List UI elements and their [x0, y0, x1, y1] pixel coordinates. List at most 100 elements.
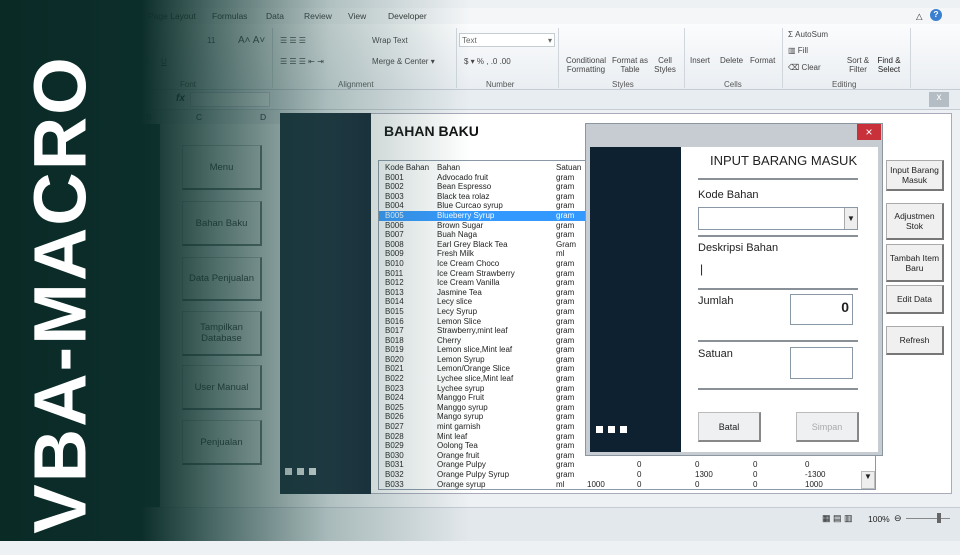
tab-insert[interactable]: Insert: [108, 11, 129, 21]
data-penjualan-button[interactable]: Data Penjualan: [182, 257, 262, 301]
input-barang-masuk-button[interactable]: Input Barang Masuk: [886, 160, 944, 191]
autosum-button[interactable]: Σ AutoSum: [788, 30, 828, 39]
tab-data[interactable]: Data: [266, 11, 284, 21]
list-item[interactable]: B031 Orange Pulpy gram 0 0 0 0: [379, 460, 875, 470]
list-cell: B015: [385, 306, 404, 316]
list-cell: Orange Pulpy Syrup: [437, 470, 510, 479]
list-cell: B012: [385, 278, 404, 288]
tab-review[interactable]: Review: [304, 11, 332, 21]
group-cells: Cells: [724, 80, 742, 89]
format-as-table-button[interactable]: Format as Table: [612, 56, 648, 74]
list-item[interactable]: B033 Orange syrup ml 1000 0 0 0 1000: [379, 479, 875, 489]
user-manual-button[interactable]: User Manual: [182, 365, 262, 410]
align-left-icon[interactable]: ☰ ☰ ☰ ⇤ ⇥: [280, 57, 324, 66]
bold-icon[interactable]: B: [130, 57, 136, 66]
list-cell: Brown Sugar: [437, 220, 484, 230]
merge-center-button[interactable]: Merge & Center ▾: [372, 57, 435, 66]
list-cell: Mango syrup: [437, 412, 484, 422]
column-header-c[interactable]: C: [196, 112, 202, 122]
kode-bahan-combobox[interactable]: ▼: [698, 207, 858, 230]
list-cell: B008: [385, 239, 404, 249]
list-cell: B025: [385, 402, 404, 412]
edit-data-button[interactable]: Edit Data: [886, 285, 944, 314]
list-cell: Bean Espresso: [437, 182, 492, 192]
stok-text: STOK: [104, 176, 135, 188]
list-item[interactable]: B032 Orange Pulpy Syrup gram 0 1300 0 -1300: [379, 470, 875, 480]
tab-home[interactable]: Home: [68, 11, 91, 21]
status-bar: ▦ ▤ ▥ 100% ⊖: [0, 507, 960, 541]
close-workbook-button[interactable]: x: [929, 92, 949, 107]
underline-icon[interactable]: U: [161, 57, 167, 66]
list-cell: Jasmine Tea: [437, 287, 482, 297]
help-icon[interactable]: ?: [930, 9, 942, 21]
autosum-label: AutoSum: [795, 30, 829, 39]
zoom-slider[interactable]: [906, 518, 950, 519]
delete-cells-button[interactable]: Delete: [720, 56, 743, 65]
list-cell: gram: [556, 182, 575, 192]
wrap-text-button[interactable]: Wrap Text: [372, 36, 408, 45]
format-cells-button[interactable]: Format: [750, 56, 775, 65]
align-top-icon[interactable]: ☰ ☰ ☰: [280, 36, 306, 45]
zoom-out-button[interactable]: ⊖: [894, 513, 902, 524]
list-cell: Mint leaf: [437, 431, 468, 441]
dialog-close-button[interactable]: ×: [857, 124, 881, 140]
insert-cells-button[interactable]: Insert: [690, 56, 710, 65]
menu-button[interactable]: Menu: [182, 145, 262, 190]
penjualan-button[interactable]: Penjualan: [182, 420, 262, 465]
fill-button[interactable]: ▥ Fill: [788, 46, 808, 55]
deskripsi-bahan-field[interactable]: |: [700, 262, 850, 280]
satuan-field[interactable]: [790, 347, 853, 379]
list-cell: Strawberry,mint leaf: [437, 326, 508, 336]
adjustmen-stok-button[interactable]: Adjustmen Stok: [886, 203, 944, 240]
form-title: BAHAN BAKU: [384, 123, 479, 139]
grow-font-icon[interactable]: A˄ A˅: [238, 35, 265, 46]
refresh-button[interactable]: Refresh: [886, 326, 944, 355]
conditional-formatting-button[interactable]: Conditional Formatting: [562, 56, 610, 74]
list-cell: gram: [556, 345, 575, 355]
column-header-d[interactable]: D: [260, 112, 266, 122]
number-format-select[interactable]: Text ▾: [459, 33, 555, 47]
list-cell: Lecy slice: [437, 297, 473, 307]
scroll-down-button[interactable]: ▼: [861, 471, 875, 489]
cell-styles-button[interactable]: Cell Styles: [650, 56, 680, 74]
fx-icon[interactable]: fx: [176, 93, 185, 104]
number-format-value: Text: [462, 36, 477, 45]
tab-view[interactable]: View: [348, 11, 366, 21]
percent-icon[interactable]: $ ▾ % , .0 .00: [464, 57, 511, 66]
find-select-button[interactable]: Find & Select: [874, 56, 904, 74]
tampilkan-database-button[interactable]: Tampilkan Database: [182, 311, 262, 356]
list-cell: Lemon Slice: [437, 316, 482, 326]
list-cell: 0: [637, 460, 642, 470]
list-cell: B022: [385, 374, 404, 384]
list-cell: B018: [385, 335, 404, 345]
list-cell: B027: [385, 422, 404, 432]
tab-formulas[interactable]: Formulas: [212, 11, 247, 21]
tab-developer[interactable]: Developer: [388, 11, 427, 21]
tab-page-layout[interactable]: Page Layout: [148, 11, 196, 21]
clear-button[interactable]: ⌫ Clear: [788, 63, 821, 72]
italic-icon[interactable]: I: [146, 57, 148, 66]
view-buttons[interactable]: ▦ ▤ ▥: [822, 513, 853, 524]
bahan-baku-button[interactable]: Bahan Baku: [182, 201, 262, 246]
list-cell: Manggo Fruit: [437, 393, 485, 403]
minimize-ribbon-icon[interactable]: △: [916, 11, 923, 22]
column-header-b[interactable]: B: [146, 112, 152, 122]
list-cell: gram: [556, 326, 575, 336]
list-cell: Buah Naga: [437, 230, 478, 240]
jumlah-field[interactable]: 0: [790, 294, 853, 325]
list-cell: B001: [385, 172, 404, 182]
list-cell: B006: [385, 220, 404, 230]
formula-input[interactable]: [190, 92, 270, 107]
list-cell: B010: [385, 258, 404, 268]
tambah-item-baru-button[interactable]: Tambah Item Baru: [886, 244, 944, 282]
group-number: Number: [486, 80, 515, 89]
font-size-select[interactable]: 11: [207, 36, 215, 45]
list-cell: 1000: [587, 479, 605, 489]
zoom-slider-thumb[interactable]: [937, 513, 941, 523]
list-cell: Ice Cream Strawberry: [437, 268, 515, 278]
dialog-side-panel: [590, 147, 681, 452]
simpan-button[interactable]: Simpan: [796, 412, 859, 442]
batal-button[interactable]: Batal: [698, 412, 761, 442]
sort-filter-button[interactable]: Sort & Filter: [844, 56, 872, 74]
chevron-down-icon[interactable]: ▼: [844, 208, 857, 229]
